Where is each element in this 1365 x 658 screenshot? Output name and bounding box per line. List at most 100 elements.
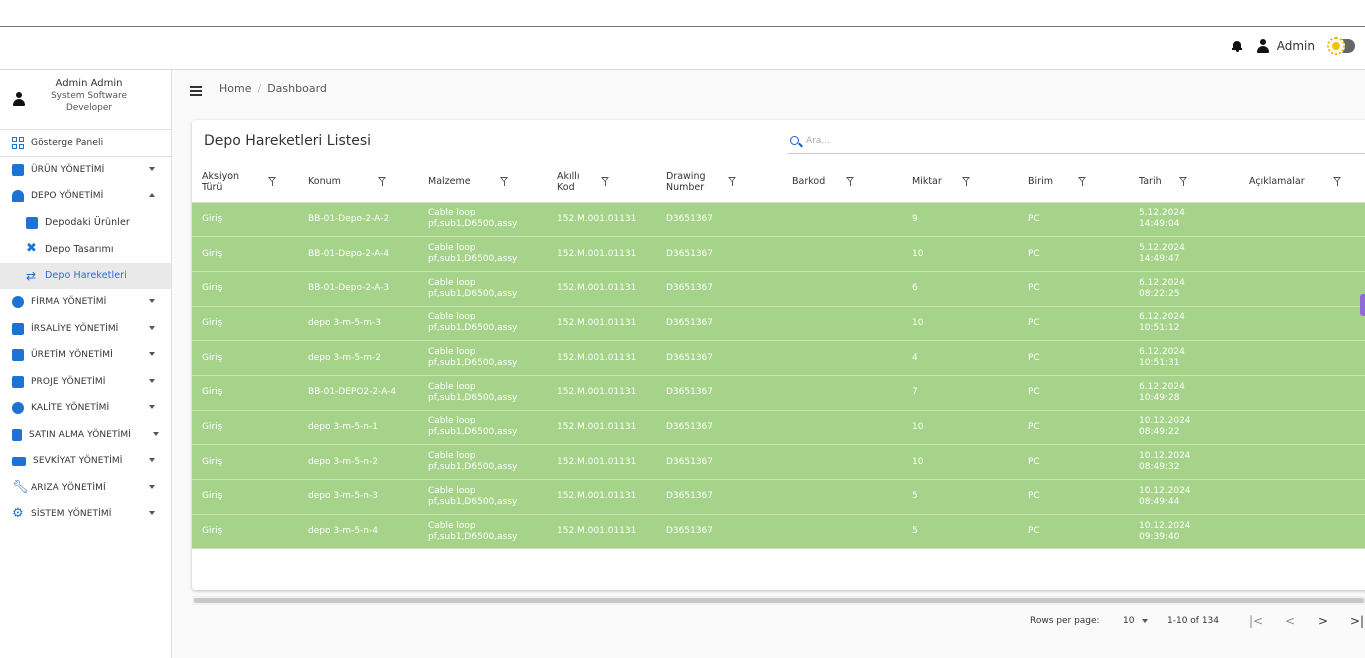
table-cell xyxy=(1239,340,1365,376)
column-header[interactable]: Akıllı Kod xyxy=(547,162,656,203)
chevron-down-icon xyxy=(149,352,155,356)
column-header-label: Aksiyon Türü xyxy=(202,170,240,193)
sidebar-item-depo[interactable]: DEPO YÖNETİMİ xyxy=(0,183,171,210)
table-row[interactable]: Giriş BB-01-Depo-2-A-3 Cable loop pf,sub1,… xyxy=(192,271,1365,307)
avatar xyxy=(12,92,26,106)
table-cell: Giriş xyxy=(192,306,298,342)
sidebar-item-satin-alma[interactable]: SATIN ALMA YÖNETİMİ xyxy=(0,422,171,449)
table-cell xyxy=(1239,271,1365,307)
table-row[interactable]: Giriş depo 3-m-5-m-3 Cable loop pf,sub1,D6… xyxy=(192,306,1365,342)
filter-icon[interactable] xyxy=(500,177,509,186)
column-header[interactable]: Birim xyxy=(1018,162,1129,203)
sidebar-item-kalite[interactable]: KALİTE YÖNETİMİ xyxy=(0,395,171,422)
clipboard-icon xyxy=(12,375,24,388)
table-row[interactable]: Giriş depo 3-m-5-n-2 Cable loop pf,sub1,D6… xyxy=(192,444,1365,480)
column-header[interactable]: Açıklamalar xyxy=(1239,162,1365,203)
table-row[interactable]: Giriş BB-01-DEPO2-2-A-4 Cable loop pf,sub1… xyxy=(192,375,1365,411)
table-cell: PC xyxy=(1018,375,1129,411)
filter-icon[interactable] xyxy=(378,177,387,186)
column-header[interactable]: Barkod xyxy=(782,162,902,203)
filter-icon[interactable] xyxy=(728,177,737,186)
column-header[interactable]: Miktar xyxy=(902,162,1018,203)
sidebar-item-label: ARIZA YÖNETİMİ xyxy=(31,482,106,493)
table-cell: D3651367 xyxy=(656,479,782,515)
last-page-button[interactable]: >| xyxy=(1350,614,1364,628)
side-tab[interactable] xyxy=(1360,294,1365,316)
table-cell: PC xyxy=(1018,236,1129,272)
theme-toggle-icon[interactable] xyxy=(1327,37,1355,55)
sidebar-item-label: ÜRÜN YÖNETİMİ xyxy=(31,164,105,175)
table-row[interactable]: Giriş BB-01-Depo-2-A-2 Cable loop pf,sub1,… xyxy=(192,202,1365,238)
filter-icon[interactable] xyxy=(846,177,855,186)
table-cell: BB-01-Depo-2-A-2 xyxy=(298,202,418,238)
table-cell: 152.M.001.01131 xyxy=(547,340,656,376)
sidebar-item-irsaliye[interactable]: İRSALİYE YÖNETİMİ xyxy=(0,316,171,343)
column-header-label: Miktar xyxy=(912,176,942,188)
top-bar-actions: Admin xyxy=(1231,37,1355,55)
table-cell: Giriş xyxy=(192,479,298,515)
sidebar-item-ariza[interactable]: 🔧︎ ARIZA YÖNETİMİ xyxy=(0,475,171,502)
filter-icon[interactable] xyxy=(268,177,277,186)
table-row[interactable]: Giriş depo 3-m-5-n-4 Cable loop pf,sub1,D6… xyxy=(192,514,1365,550)
sidebar-item-label: Depo Tasarımı xyxy=(45,243,114,255)
sidebar-item-proje[interactable]: PROJE YÖNETİMİ xyxy=(0,369,171,396)
breadcrumb-bar: Home / Dashboard xyxy=(172,70,1365,110)
table-cell: D3651367 xyxy=(656,271,782,307)
sidebar-item-uretim[interactable]: ÜRETİM YÖNETİMİ xyxy=(0,342,171,369)
filter-icon[interactable] xyxy=(601,177,610,186)
prev-page-button[interactable]: < xyxy=(1285,614,1295,628)
next-page-button[interactable]: > xyxy=(1318,614,1328,628)
page-range: 1-10 of 134 xyxy=(1167,616,1220,626)
user-menu[interactable]: Admin xyxy=(1256,39,1315,53)
first-page-button[interactable]: |< xyxy=(1249,614,1263,628)
rows-per-page-select[interactable]: 10 xyxy=(1123,616,1149,626)
horizontal-scrollbar[interactable] xyxy=(194,598,1364,603)
table-cell xyxy=(782,479,902,515)
sidebar-item-depo-tasarimi[interactable]: ✖ Depo Tasarımı xyxy=(0,236,171,263)
table-cell: 4 xyxy=(902,340,1018,376)
table-cell: 10.12.2024 08:49:32 xyxy=(1129,444,1239,480)
table-row[interactable]: Giriş BB-01-Depo-2-A-4 Cable loop pf,sub1,… xyxy=(192,236,1365,272)
table-cell xyxy=(1239,306,1365,342)
page-title: Depo Hareketleri Listesi xyxy=(204,133,372,149)
table-row[interactable]: Giriş depo 3-m-5-m-2 Cable loop pf,sub1,D6… xyxy=(192,340,1365,376)
sidebar-item-urun[interactable]: ÜRÜN YÖNETİMİ xyxy=(0,157,171,184)
table-cell: 6.12.2024 10:51:12 xyxy=(1129,306,1239,342)
filter-icon[interactable] xyxy=(962,177,971,186)
table-cell xyxy=(1239,479,1365,515)
sidebar-item-depo-hareketleri[interactable]: ⇄ Depo Hareketleri xyxy=(0,262,171,289)
column-header-label: Barkod xyxy=(792,176,826,188)
table-cell xyxy=(1239,236,1365,272)
search-placeholder: Ara... xyxy=(806,136,830,146)
column-header[interactable]: Aksiyon Türü xyxy=(192,162,298,203)
filter-icon[interactable] xyxy=(1333,177,1342,186)
tools-icon: ✖ xyxy=(26,241,37,257)
table-cell: D3651367 xyxy=(656,306,782,342)
sidebar-item-depodaki-urunler[interactable]: Depodaki Ürünler xyxy=(0,210,171,237)
bell-icon[interactable] xyxy=(1231,40,1242,52)
filter-icon[interactable] xyxy=(1078,177,1087,186)
table-cell: PC xyxy=(1018,202,1129,238)
column-header[interactable]: Konum xyxy=(298,162,418,203)
search-input[interactable]: Ara... xyxy=(788,134,1365,154)
profile-name: Admin Admin xyxy=(55,78,123,89)
column-header[interactable]: Drawing Number xyxy=(656,162,782,203)
filter-icon[interactable] xyxy=(1179,177,1188,186)
sidebar-item-dashboard[interactable]: Gösterge Paneli xyxy=(0,130,171,157)
sidebar-item-sistem[interactable]: ⚙ SİSTEM YÖNETİMİ xyxy=(0,501,171,528)
sidebar-item-firma[interactable]: FİRMA YÖNETİMİ xyxy=(0,289,171,316)
table-cell: Giriş xyxy=(192,271,298,307)
column-header[interactable]: Tarih xyxy=(1129,162,1239,203)
table-cell: 6 xyxy=(902,271,1018,307)
table-row[interactable]: Giriş depo 3-m-5-n-3 Cable loop pf,sub1,D6… xyxy=(192,479,1365,515)
table-cell: Giriş xyxy=(192,375,298,411)
table-cell: 10 xyxy=(902,444,1018,480)
column-header[interactable]: Malzeme xyxy=(418,162,547,203)
sidebar-item-sevkiyat[interactable]: SEVKİYAT YÖNETİMİ xyxy=(0,448,171,475)
table-cell: 5 xyxy=(902,514,1018,550)
table-cell: depo 3-m-5-m-2 xyxy=(298,340,418,376)
menu-icon[interactable] xyxy=(190,86,202,96)
breadcrumb-home[interactable]: Home xyxy=(219,82,251,95)
table-row[interactable]: Giriş depo 3-m-5-n-1 Cable loop pf,sub1,D6… xyxy=(192,410,1365,446)
table-cell: D3651367 xyxy=(656,236,782,272)
